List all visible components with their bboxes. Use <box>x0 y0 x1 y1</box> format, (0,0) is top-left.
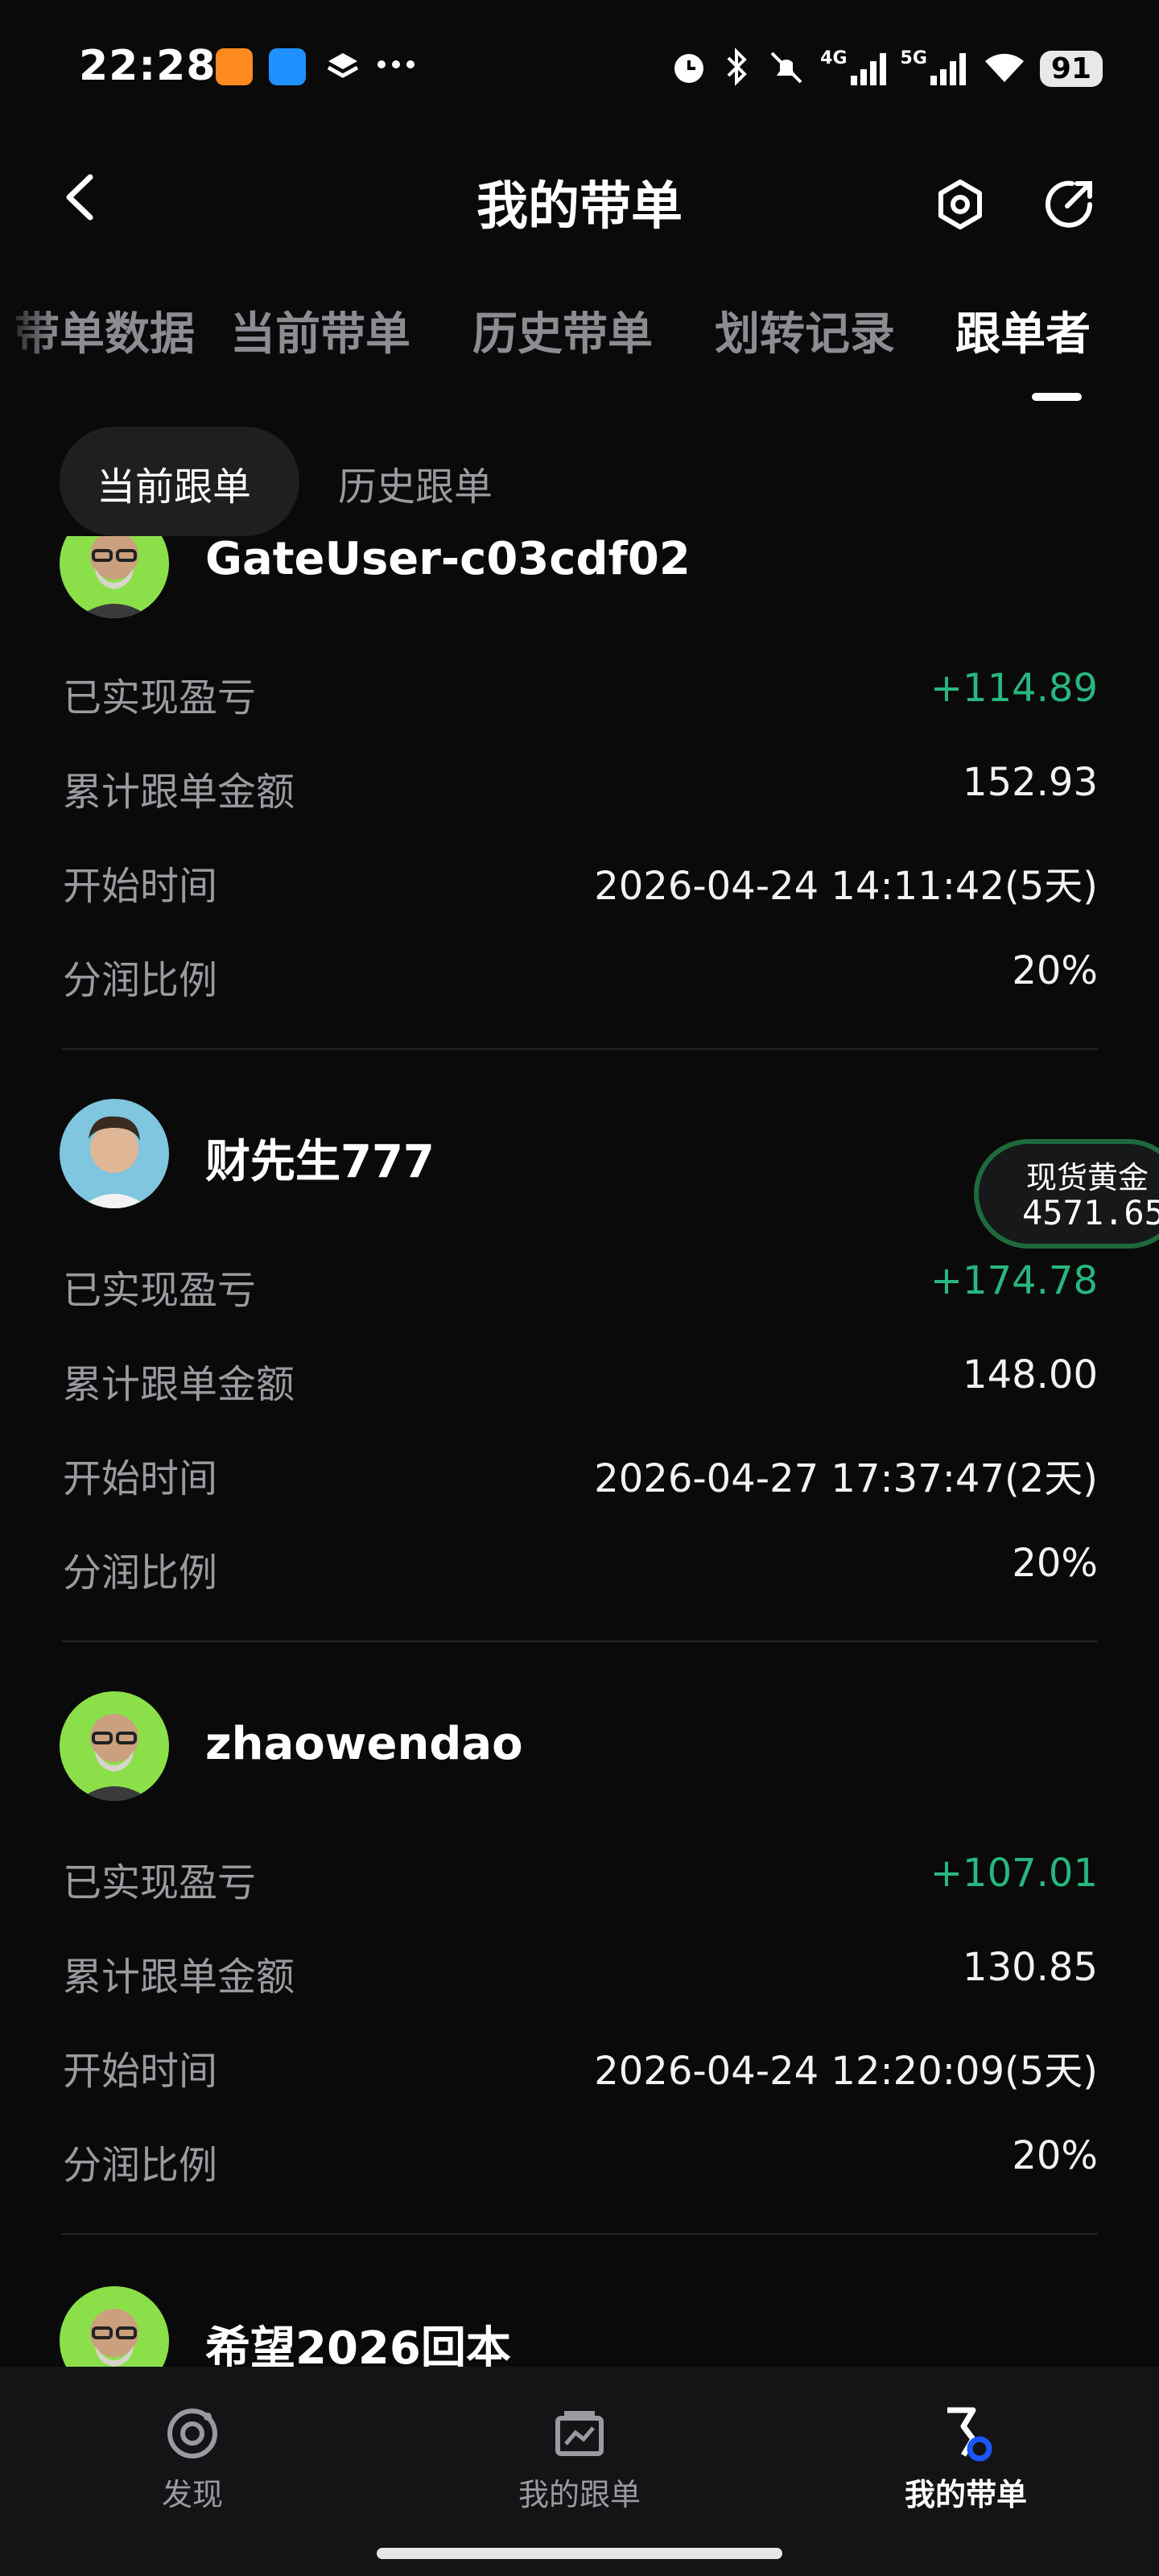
follower-name: GateUser-c03cdf02 <box>205 533 691 585</box>
tab-transfer-records[interactable]: 划转记录 <box>715 298 895 363</box>
network-5g-label: 5G <box>900 48 927 68</box>
profit-share-value: 20% <box>1012 948 1098 993</box>
tab-fade <box>0 298 56 370</box>
tab-history-lead[interactable]: 历史带单 <box>472 298 653 363</box>
subtab-history-follow[interactable]: 历史跟单 <box>338 455 493 511</box>
nav-discover[interactable]: 发现 <box>88 2470 297 2514</box>
divider <box>61 1641 1098 1642</box>
total-amount-label: 累计跟单金额 <box>63 770 295 815</box>
battery-indicator: 91 <box>1039 50 1103 87</box>
gold-price-value: 4571.65 <box>1022 1193 1159 1232</box>
total-amount-value: 148.00 <box>963 1352 1098 1397</box>
avatar <box>60 1691 169 1801</box>
lead-trade-icon[interactable] <box>936 2402 997 2467</box>
network-4g-label: 4G <box>820 48 848 68</box>
realized-pnl-label: 已实现盈亏 <box>63 1860 257 1905</box>
total-amount-label: 累计跟单金额 <box>63 1955 295 2000</box>
start-time-value: 2026-04-24 12:20:09(5天) <box>594 2049 1098 2094</box>
follower-name: zhaowendao <box>205 1718 523 1770</box>
app-notification-icon-2 <box>269 48 306 85</box>
signal-5g-icon: 5G <box>901 48 969 89</box>
total-amount-label: 累计跟单金额 <box>63 1362 295 1407</box>
tab-current-lead[interactable]: 当前带单 <box>230 298 410 363</box>
divider <box>61 2233 1098 2235</box>
start-time-value: 2026-04-27 17:37:47(2天) <box>594 1456 1098 1501</box>
realized-pnl-value: +174.78 <box>930 1258 1098 1303</box>
total-amount-value: 130.85 <box>963 1945 1098 1990</box>
settings-hexagon-icon[interactable] <box>931 175 989 233</box>
status-time: 22:28 <box>79 42 217 90</box>
signal-4g-icon: 4G <box>820 48 889 89</box>
wifi-icon <box>980 47 1029 90</box>
avatar <box>60 1099 169 1208</box>
start-time-label: 开始时间 <box>63 2049 218 2094</box>
profit-share-label: 分润比例 <box>63 2143 218 2188</box>
realized-pnl-label: 已实现盈亏 <box>63 1268 257 1313</box>
nav-my-lead[interactable]: 我的带单 <box>861 2470 1070 2514</box>
profit-share-label: 分润比例 <box>63 1550 218 1596</box>
profit-share-label: 分润比例 <box>63 958 218 1003</box>
realized-pnl-value: +107.01 <box>930 1851 1098 1896</box>
divider <box>61 1048 1098 1050</box>
discover-icon[interactable] <box>164 2405 221 2465</box>
bluetooth-icon <box>720 47 753 90</box>
share-icon[interactable] <box>1040 175 1098 233</box>
alarm-icon <box>669 47 709 90</box>
more-dots-icon <box>377 56 415 76</box>
start-time-value: 2026-04-24 14:11:42(5天) <box>594 864 1098 909</box>
follower-name: 财先生777 <box>205 1136 435 1188</box>
subtab-current-follow[interactable]: 当前跟单 <box>97 455 251 511</box>
gold-price-label: 现货黄金 <box>1026 1160 1149 1195</box>
tab-followers[interactable]: 跟单者 <box>955 298 1091 363</box>
app-notification-icon <box>216 48 253 85</box>
home-indicator[interactable] <box>377 2548 782 2559</box>
total-amount-value: 152.93 <box>963 760 1098 805</box>
realized-pnl-label: 已实现盈亏 <box>63 675 257 720</box>
mute-icon <box>764 47 809 90</box>
start-time-label: 开始时间 <box>63 1456 218 1501</box>
nav-my-follow[interactable]: 我的跟单 <box>475 2470 684 2514</box>
profit-share-value: 20% <box>1012 1541 1098 1586</box>
realized-pnl-value: +114.89 <box>930 666 1098 711</box>
active-tab-indicator <box>1032 393 1082 401</box>
status-icons: 4G 5G 91 <box>669 40 1103 97</box>
start-time-label: 开始时间 <box>63 864 218 909</box>
layers-icon <box>325 50 361 89</box>
chart-card-icon[interactable] <box>551 2405 608 2465</box>
top-tabs: 带单数据 当前带单 历史带单 划转记录 跟单者 <box>0 298 1159 370</box>
profit-share-value: 20% <box>1012 2133 1098 2178</box>
